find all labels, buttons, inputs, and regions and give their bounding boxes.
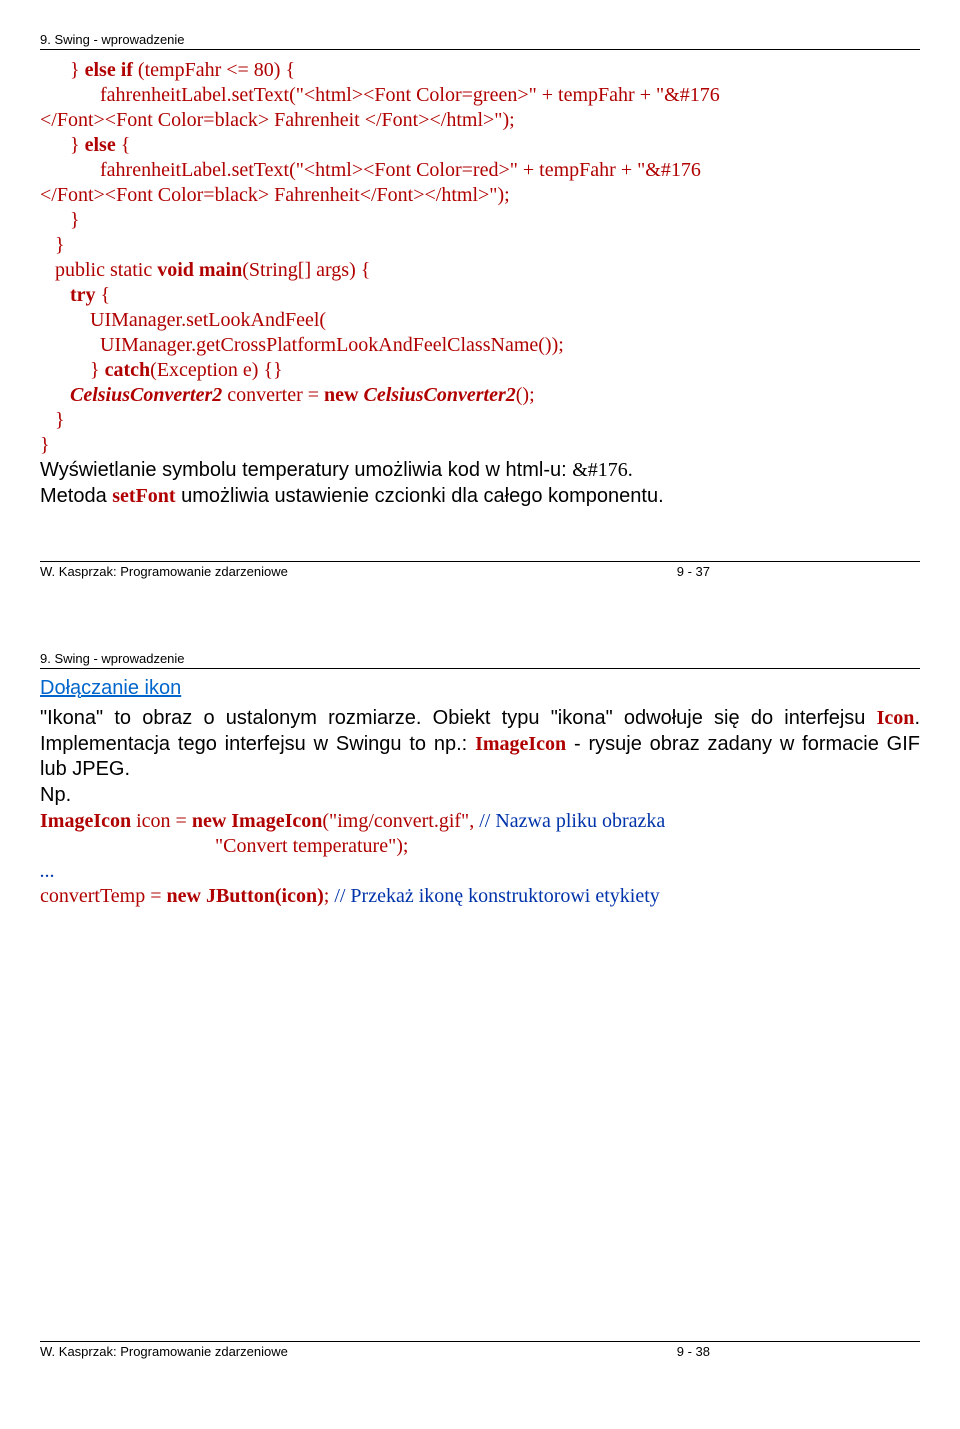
page-header: 9. Swing - wprowadzenie (40, 651, 920, 666)
footer-rule (40, 1341, 920, 1342)
footer-author: W. Kasprzak: Programowanie zdarzeniowe (40, 564, 288, 579)
page-footer: W. Kasprzak: Programowanie zdarzeniowe 9… (40, 564, 920, 579)
code-block-2: ImageIcon icon = new ImageIcon("img/conv… (40, 809, 920, 909)
code-block: } else if (tempFahr <= 80) { fahrenheitL… (40, 58, 920, 458)
footer-author: W. Kasprzak: Programowanie zdarzeniowe (40, 1344, 288, 1359)
page-header: 9. Swing - wprowadzenie (40, 32, 920, 47)
page-footer: W. Kasprzak: Programowanie zdarzeniowe 9… (40, 1344, 920, 1359)
footer-rule (40, 561, 920, 562)
header-rule (40, 668, 920, 669)
paragraph-np: Np. (40, 783, 920, 809)
section-heading-link[interactable]: Dołączanie ikon (40, 677, 181, 699)
paragraph-2: Metoda setFont umożliwia ustawienie czci… (40, 484, 920, 510)
footer-page-number: 9 - 37 (677, 564, 710, 579)
paragraph-icons: "Ikona" to obraz o ustalonym rozmiarze. … (40, 706, 920, 783)
page-2: 9. Swing - wprowadzenie Dołączanie ikon … (0, 619, 960, 1428)
paragraph-1: Wyświetlanie symbolu temperatury umożliw… (40, 458, 920, 484)
header-rule (40, 49, 920, 50)
page-1: 9. Swing - wprowadzenie } else if (tempF… (0, 0, 960, 619)
footer-page-number: 9 - 38 (677, 1344, 710, 1359)
